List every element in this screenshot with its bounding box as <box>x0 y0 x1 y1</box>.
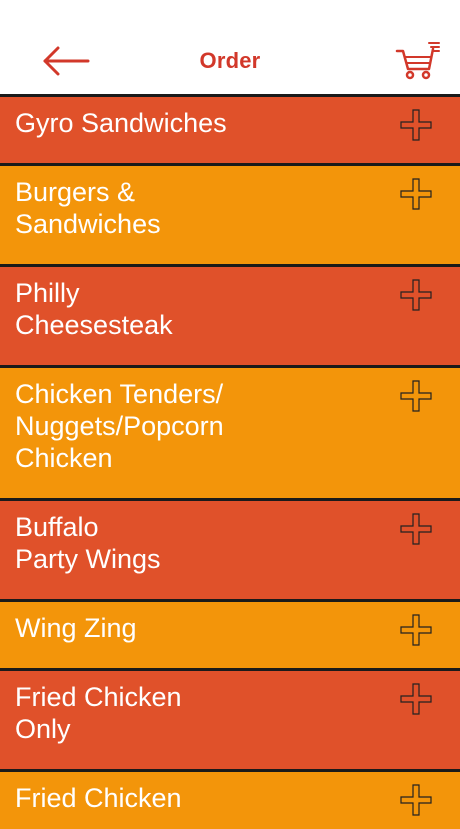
menu-item-label: Buffalo Party Wings <box>15 512 161 574</box>
menu-item-label: Wing Zing <box>15 613 137 643</box>
menu-item-label: Burgers & Sandwiches <box>15 177 161 239</box>
shopping-cart-icon <box>395 42 440 80</box>
plus-icon[interactable] <box>400 380 432 412</box>
menu-item-chicken-tenders[interactable]: Chicken Tenders/ Nuggets/Popcorn Chicken <box>0 365 460 498</box>
plus-icon[interactable] <box>400 683 432 715</box>
menu-item-label: Gyro Sandwiches <box>15 108 227 138</box>
plus-icon[interactable] <box>400 109 432 141</box>
menu-item-philly-cheesesteak[interactable]: Philly Cheesesteak <box>0 264 460 365</box>
page-title: Order <box>199 48 261 73</box>
menu-item-label: Fried Chicken <box>15 783 182 813</box>
menu-item-wing-zing[interactable]: Wing Zing <box>0 599 460 668</box>
menu-item-buffalo-party-wings[interactable]: Buffalo Party Wings <box>0 498 460 599</box>
header: Order <box>0 0 460 94</box>
plus-icon[interactable] <box>400 178 432 210</box>
menu-item-label: Philly Cheesesteak <box>15 278 173 340</box>
cart-button[interactable] <box>394 38 442 82</box>
menu-list: Gyro Sandwiches Burgers & Sandwiches Phi… <box>0 94 460 829</box>
plus-icon[interactable] <box>400 513 432 545</box>
plus-icon[interactable] <box>400 279 432 311</box>
menu-item-label: Fried Chicken Only <box>15 682 182 744</box>
menu-item-label: Chicken Tenders/ Nuggets/Popcorn Chicken <box>15 379 224 473</box>
menu-item-gyro-sandwiches[interactable]: Gyro Sandwiches <box>0 94 460 163</box>
plus-icon[interactable] <box>400 614 432 646</box>
menu-item-fried-chicken-only[interactable]: Fried Chicken Only <box>0 668 460 769</box>
menu-item-fried-chicken[interactable]: Fried Chicken <box>0 769 460 829</box>
plus-icon[interactable] <box>400 784 432 816</box>
menu-item-burgers-sandwiches[interactable]: Burgers & Sandwiches <box>0 163 460 264</box>
